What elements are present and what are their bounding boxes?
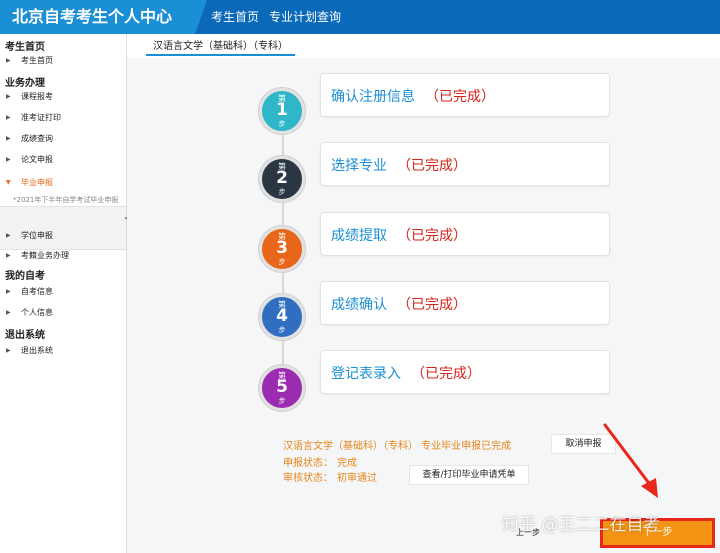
sidebar-item-label: 学位申报 xyxy=(21,231,53,240)
step-card: 确认注册信息 （已完成） xyxy=(320,73,610,117)
sidebar-item-admission-ticket[interactable]: ▶ 准考证打印 xyxy=(0,109,126,127)
print-certificate-button[interactable]: 查看/打印毕业申请凭单 xyxy=(409,465,529,485)
step-status: （已完成） xyxy=(411,366,481,382)
caret-right-icon: ▶ xyxy=(6,114,11,121)
step-status: （已完成） xyxy=(425,89,495,105)
step-status: （已完成） xyxy=(397,158,467,174)
step-title: 成绩确认 （已完成） xyxy=(331,294,467,314)
sidebar-item-label: 考籍业务办理 xyxy=(21,251,69,260)
caret-right-icon: ▶ xyxy=(6,288,11,295)
sidebar-item-label: 论文申报 xyxy=(21,155,53,164)
step-title-text: 登记表录入 xyxy=(331,366,401,382)
review-status-label: 审核状态： xyxy=(283,473,333,484)
sidebar-item-exam-info[interactable]: ▶ 自考信息 xyxy=(0,283,126,301)
step-title: 成绩提取 （已完成） xyxy=(331,225,467,245)
step-badge: 第 2 步 xyxy=(259,156,305,202)
sidebar-item-label: 考生首页 xyxy=(21,56,53,65)
sidebar-item-course-registration[interactable]: ▶ 课程报考 xyxy=(0,88,126,106)
step-badge-number: 4 xyxy=(276,306,288,326)
step-badge: 第 3 步 xyxy=(259,226,305,272)
step-badge-number: 3 xyxy=(276,238,288,258)
apply-status: 申报状态： 完成 xyxy=(283,454,357,469)
caret-right-icon: ▶ xyxy=(6,135,11,142)
step-title-text: 确认注册信息 xyxy=(331,89,415,105)
sidebar-subitem-graduation-2021[interactable]: *2021年下半年自学考试毕业申报 xyxy=(13,195,123,205)
graduation-complete-message: 汉语言文学（基础科）（专科） 专业毕业申报已完成 xyxy=(283,441,512,452)
sidebar-item-label: 个人信息 xyxy=(21,308,53,317)
step-badge-suffix: 步 xyxy=(278,326,286,334)
sidebar-item-label: 自考信息 xyxy=(21,287,53,296)
step-card: 成绩提取 （已完成） xyxy=(320,212,610,256)
step-status: （已完成） xyxy=(397,297,467,313)
step-badge-number: 1 xyxy=(276,100,288,120)
step-badge: 第 1 步 xyxy=(259,88,305,134)
sidebar-item-label: 准考证打印 xyxy=(21,113,61,122)
sidebar-item-label: 课程报考 xyxy=(21,92,53,101)
sidebar-section-exit: 退出系统 xyxy=(5,330,45,341)
caret-right-icon: ▶ xyxy=(6,232,11,239)
apply-status-label: 申报状态： xyxy=(283,458,333,469)
caret-right-icon: ▶ xyxy=(6,252,11,259)
step-title: 确认注册信息 （已完成） xyxy=(331,86,495,106)
caret-down-icon: ▼ xyxy=(6,179,11,186)
caret-right-icon: ▶ xyxy=(6,57,11,64)
review-status-value: 初审通过 xyxy=(337,473,377,484)
sidebar-section-business: 业务办理 xyxy=(5,78,45,89)
sidebar-item-graduation[interactable]: ▼ 毕业申报 xyxy=(0,174,126,192)
step-title-text: 成绩确认 xyxy=(331,297,387,313)
review-status: 审核状态： 初审通过 xyxy=(283,469,377,484)
caret-right-icon: ▶ xyxy=(6,309,11,316)
sidebar-item-degree[interactable]: ▶ 学位申报 xyxy=(0,227,126,245)
sidebar-item-label: 毕业申报 xyxy=(21,178,53,187)
sidebar-section-home: 考生首页 xyxy=(5,42,45,53)
step-badge-number: 5 xyxy=(276,377,288,397)
step-badge: 第 4 步 xyxy=(259,294,305,340)
sidebar: 考生首页 ▶ 考生首页 业务办理 ▶ 课程报考 ▶ 准考证打印 ▶ 成绩查询 ▶… xyxy=(0,34,129,553)
step-badge-suffix: 步 xyxy=(278,258,286,266)
watermark: 知乎 @王二二在自考 xyxy=(502,515,661,535)
nav-major-plan-query[interactable]: 专业计划查询 xyxy=(269,0,341,34)
sidebar-item-score-query[interactable]: ▶ 成绩查询 xyxy=(0,130,126,148)
sidebar-item-label: 成绩查询 xyxy=(21,134,53,143)
step-title-text: 选择专业 xyxy=(331,158,387,174)
step-title: 选择专业 （已完成） xyxy=(331,155,467,175)
step-card: 成绩确认 （已完成） xyxy=(320,281,610,325)
step-title: 登记表录入 （已完成） xyxy=(331,363,481,383)
app-title: 北京自考考生个人中心 xyxy=(0,0,195,34)
step-title-text: 成绩提取 xyxy=(331,228,387,244)
sidebar-section-my-exam: 我的自考 xyxy=(5,271,45,282)
nav-home[interactable]: 考生首页 xyxy=(211,0,259,34)
caret-right-icon: ▶ xyxy=(6,93,11,100)
step-badge: 第 5 步 xyxy=(259,365,305,411)
caret-right-icon: ▶ xyxy=(6,347,11,354)
step-badge-number: 2 xyxy=(276,168,288,188)
sidebar-item-student-records[interactable]: ▶ 考籍业务办理 xyxy=(0,247,126,265)
sidebar-item-personal-info[interactable]: ▶ 个人信息 xyxy=(0,304,126,322)
step-card: 登记表录入 （已完成） xyxy=(320,350,610,394)
sidebar-item-logout[interactable]: ▶ 退出系统 xyxy=(0,342,126,360)
sidebar-item-thesis[interactable]: ▶ 论文申报 xyxy=(0,151,126,169)
step-badge-suffix: 步 xyxy=(278,397,286,405)
step-badge-suffix: 步 xyxy=(278,188,286,196)
cancel-application-button[interactable]: 取消申报 xyxy=(551,434,616,454)
brand-notch xyxy=(195,0,207,34)
apply-status-value: 完成 xyxy=(337,458,357,469)
sidebar-item-label: 退出系统 xyxy=(21,346,53,355)
caret-right-icon: ▶ xyxy=(6,156,11,163)
step-card: 选择专业 （已完成） xyxy=(320,142,610,186)
sidebar-item-home[interactable]: ▶ 考生首页 xyxy=(0,52,126,70)
tab-major[interactable]: 汉语言文学（基础科）（专科） xyxy=(146,38,295,56)
step-badge-suffix: 步 xyxy=(278,120,286,128)
step-status: （已完成） xyxy=(397,228,467,244)
